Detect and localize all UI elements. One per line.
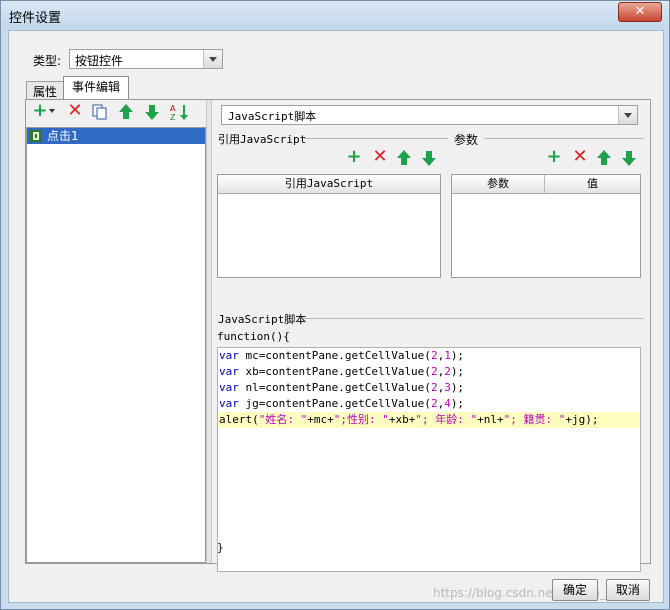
move-up-icon[interactable]: [596, 149, 612, 167]
code-line: var jg=contentPane.getCellValue(2,4);: [219, 397, 465, 410]
svg-text:A: A: [170, 104, 176, 113]
chevron-down-icon[interactable]: [618, 106, 637, 124]
move-down-icon[interactable]: [421, 149, 437, 167]
close-icon: ✕: [634, 4, 646, 19]
code-line: var nl=contentPane.getCellValue(2,3);: [219, 381, 465, 394]
add-dropdown-icon[interactable]: [49, 109, 55, 113]
divider: [304, 138, 448, 139]
ok-button[interactable]: 确定: [552, 579, 598, 601]
type-select[interactable]: 按钮控件: [69, 49, 223, 69]
type-select-value: 按钮控件: [75, 54, 124, 68]
value-column-header[interactable]: 值: [545, 175, 640, 193]
ref-js-table: 引用JavaScript: [217, 174, 441, 278]
event-list: 点击1: [26, 127, 206, 563]
list-item-label: 点击1: [47, 129, 79, 143]
window-title: 控件设置: [9, 11, 62, 26]
splitter[interactable]: [206, 100, 212, 563]
add-icon[interactable]: +: [31, 102, 49, 120]
params-table: 参数 值: [451, 174, 641, 278]
params-column-header[interactable]: 参数: [452, 175, 545, 193]
tab-properties-label: 属性: [32, 85, 57, 99]
tab-event-edit-label: 事件编辑: [71, 80, 120, 94]
close-button[interactable]: ✕: [618, 2, 662, 22]
script-type-select[interactable]: JavaScript脚本: [221, 105, 638, 125]
params-group-title: 参数: [454, 133, 479, 147]
chevron-down-icon[interactable]: [203, 50, 222, 68]
ref-js-group-title: 引用JavaScript: [218, 133, 307, 146]
cancel-button[interactable]: 取消: [606, 579, 650, 601]
params-header-row: 参数 值: [452, 175, 640, 194]
script-editor[interactable]: var mc=contentPane.getCellValue(2,1); va…: [217, 347, 641, 572]
sort-az-icon[interactable]: AZ: [170, 103, 188, 121]
code-line: var xb=contentPane.getCellValue(2,2);: [219, 365, 465, 378]
code-line: alert("姓名: "+mc+";性别: "+xb+"; 年龄: "+nl+"…: [218, 412, 640, 428]
script-type-value: JavaScript脚本: [228, 110, 317, 123]
ok-button-label: 确定: [562, 583, 587, 597]
add-icon[interactable]: +: [545, 148, 563, 166]
copy-icon[interactable]: [92, 104, 108, 120]
divider: [304, 318, 644, 319]
cancel-button-label: 取消: [615, 583, 640, 597]
ref-js-column-header[interactable]: 引用JavaScript: [218, 175, 440, 194]
divider: [484, 138, 644, 139]
delete-icon[interactable]: ✕: [571, 148, 589, 166]
move-down-icon[interactable]: [621, 149, 637, 167]
title-bar: 控件设置 ✕: [1, 1, 669, 29]
add-icon[interactable]: +: [345, 148, 363, 166]
script-group-title: JavaScript脚本: [218, 313, 307, 326]
delete-icon[interactable]: ✕: [66, 102, 84, 120]
event-icon: [30, 130, 42, 142]
svg-text:Z: Z: [170, 113, 176, 121]
move-down-icon[interactable]: [144, 103, 160, 121]
tab-event-edit[interactable]: 事件编辑: [63, 76, 129, 100]
move-up-icon[interactable]: [396, 149, 412, 167]
move-up-icon[interactable]: [118, 103, 134, 121]
dialog-body: 类型: 按钮控件 属性 事件编辑 + ✕ AZ 点击1 JavaScript脚本…: [8, 30, 664, 603]
tab-panel: + ✕ AZ 点击1 JavaScript脚本 引用JavaScript + ✕…: [25, 99, 651, 572]
script-footer: }: [217, 541, 224, 554]
script-header: function(){: [217, 330, 290, 343]
code-line: var mc=contentPane.getCellValue(2,1);: [219, 349, 465, 362]
type-label: 类型:: [33, 54, 62, 68]
list-item[interactable]: 点击1: [27, 128, 205, 144]
dialog-window: 控件设置 ✕ 类型: 按钮控件 属性 事件编辑 + ✕ AZ 点击1 JavaS…: [0, 0, 670, 610]
delete-icon[interactable]: ✕: [371, 148, 389, 166]
